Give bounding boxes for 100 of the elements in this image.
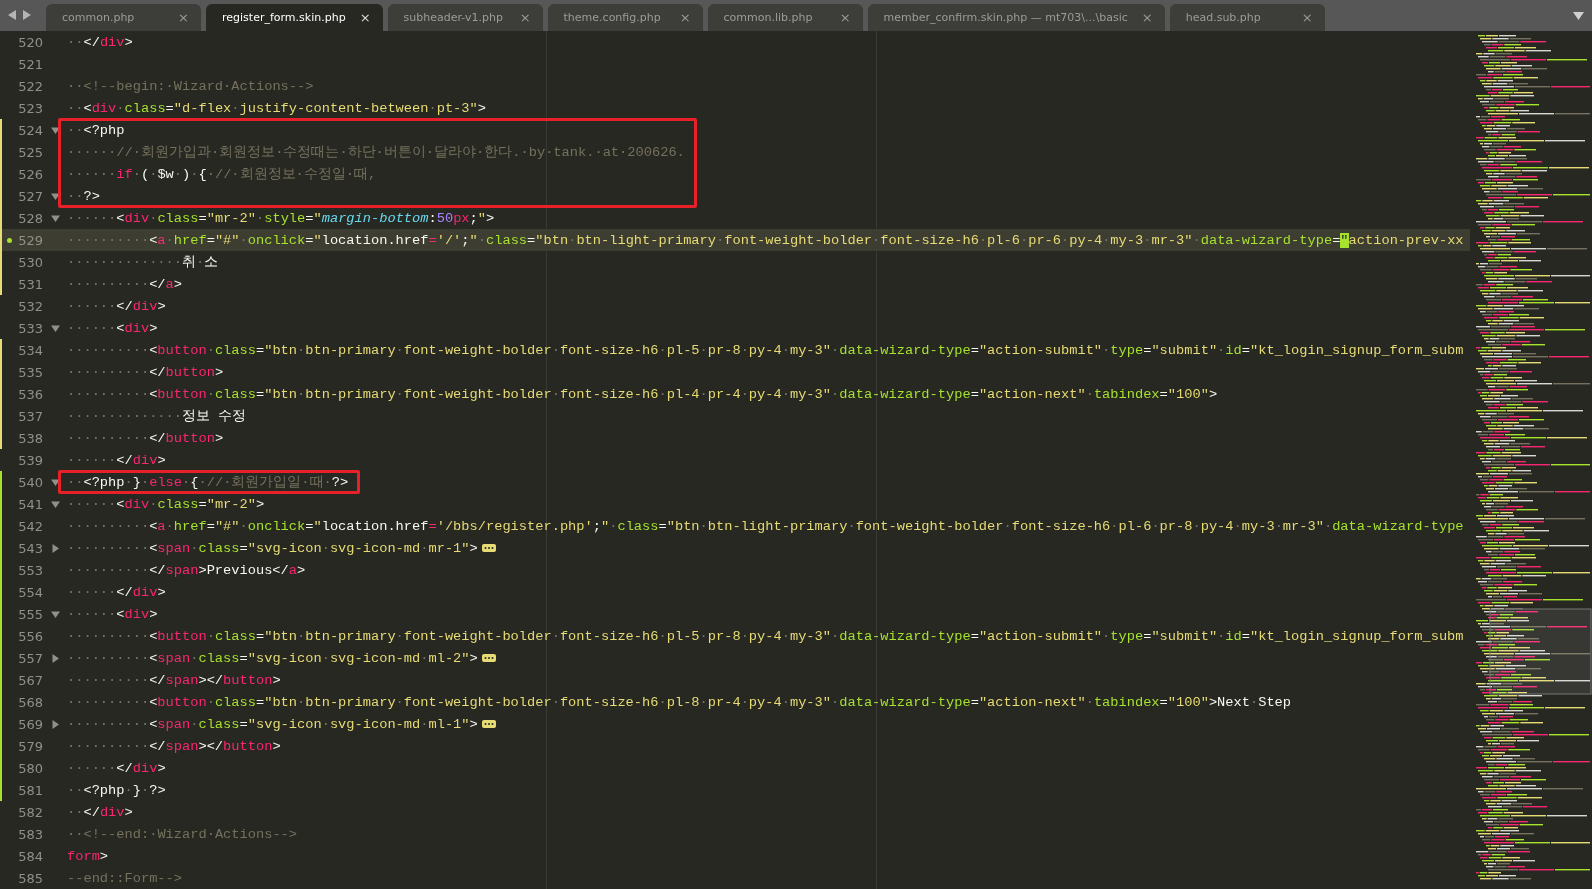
fold-arrow-right-icon[interactable] bbox=[50, 719, 60, 729]
line-number: 520 bbox=[17, 34, 43, 50]
code-line: ··<?php bbox=[67, 122, 125, 138]
fold-arrow-down-icon[interactable] bbox=[50, 125, 60, 135]
close-button[interactable]: × bbox=[1301, 10, 1313, 25]
code-line: ······//·회원가입과·회원정보·수정때는·하단·버튼이·달라야·한다.·by·tank.·at·200626. bbox=[67, 144, 685, 161]
fold-marker-icon[interactable] bbox=[481, 544, 496, 552]
code-line: ······<div·class="mr-2"·style="margin-bottom:50px;"> bbox=[67, 210, 495, 226]
line-number: 526 bbox=[17, 166, 43, 182]
file-tab[interactable]: register_form.skin.php × bbox=[206, 4, 383, 31]
line-number: 568 bbox=[17, 694, 43, 710]
code-line: ··?> bbox=[67, 188, 100, 204]
code-line: ··········<a·href="#"·onclick="location.href='/';"·class="btn·btn-light-primary·font-weight-bolder·font-size-h6·pl-6·pr-6·py-4·my-3·mr-3"·data-wizard-type="action-prev-xx bbox=[67, 232, 1464, 248]
line-number: 522 bbox=[17, 78, 43, 94]
line-number: 579 bbox=[17, 738, 43, 754]
line-number: 583 bbox=[17, 826, 43, 842]
line-number: 536 bbox=[17, 386, 43, 402]
file-tab[interactable]: theme.config.php × bbox=[547, 4, 703, 31]
code-line: ··········</button> bbox=[67, 430, 224, 446]
file-tab[interactable]: member_confirm.skin.php — mt703\...\basic × bbox=[867, 4, 1165, 31]
code-line: ··········<button·class="btn·btn-primary·font-weight-bolder·font-size-h6·pl-5·pr-8·py-4·my-3"·data-wizard-type="action-submit"·type="submit"·id="kt_login_signup_form_subm bbox=[67, 342, 1464, 358]
line-number: 553 bbox=[17, 562, 43, 578]
code-line: ··········<button·class="btn·btn-primary·font-weight-bolder·font-size-h6·pl-5·pr-8·py-4·my-3"·data-wizard-type="action-submit"·type="submit"·id="kt_login_signup_form_subm bbox=[67, 628, 1464, 644]
file-tab[interactable]: common.lib.php × bbox=[707, 4, 863, 31]
tab-scroll-arrows-icon[interactable] bbox=[8, 10, 32, 20]
line-number: 538 bbox=[17, 430, 43, 446]
code-line: form> bbox=[67, 848, 109, 864]
fold-marker-icon[interactable] bbox=[481, 720, 496, 728]
fold-arrow-right-icon[interactable] bbox=[50, 543, 60, 553]
line-number: 530 bbox=[17, 254, 43, 270]
code-line: ··</div> bbox=[67, 804, 133, 820]
close-button[interactable]: × bbox=[1141, 10, 1153, 25]
fold-arrow-down-icon[interactable] bbox=[50, 323, 60, 333]
close-button[interactable]: × bbox=[839, 10, 851, 25]
line-number: 582 bbox=[17, 804, 43, 820]
code-line: ··<!--end:·Wizard·Actions--> bbox=[67, 826, 298, 842]
code-line: ······if·(·$w·)·{·//·회원정보·수정일·때, bbox=[67, 166, 377, 183]
code-line: ··············취·소 bbox=[67, 254, 219, 271]
fold-arrow-down-icon[interactable] bbox=[50, 499, 60, 509]
code-line: ··········<a·href="#"·onclick="location.href='/bbs/register.php';"·class="btn·btn-light-primary·font-weight-bolder·font-size-h6·pl-6·pr-8·py-4·my-3·mr-3"·data-wizard-type bbox=[67, 518, 1464, 534]
code-line: ··<div·class="d-flex·justify-content-between·pt-3"> bbox=[67, 100, 486, 116]
code-line: ······<div> bbox=[67, 606, 158, 622]
line-number: 524 bbox=[17, 122, 43, 138]
line-number: 580 bbox=[17, 760, 43, 776]
line-number: 523 bbox=[17, 100, 43, 116]
code-line: --end::Form--> bbox=[67, 870, 182, 886]
code-line: ······<div·class="mr-2"> bbox=[67, 496, 265, 512]
fold-arrow-down-icon[interactable] bbox=[50, 213, 60, 223]
file-tab[interactable]: common.php × bbox=[46, 4, 201, 31]
file-tab[interactable]: subheader-v1.php × bbox=[387, 4, 543, 31]
code-line: ··········</span></button> bbox=[67, 672, 281, 688]
code-line: ··········<span·class="svg-icon·svg-icon-md·ml-2"> bbox=[67, 650, 478, 666]
line-number: 531 bbox=[17, 276, 43, 292]
code-line: ······</div> bbox=[67, 760, 166, 776]
code-line: ······<div> bbox=[67, 320, 158, 336]
line-number: 556 bbox=[17, 628, 43, 644]
line-number: 542 bbox=[17, 518, 43, 534]
code-line: ··············정보 수정 bbox=[67, 408, 247, 425]
code-line: ··········</span></button> bbox=[67, 738, 281, 754]
code-line: ······</div> bbox=[67, 298, 166, 314]
line-number: 585 bbox=[17, 870, 43, 886]
line-number: 543 bbox=[17, 540, 43, 556]
fold-arrow-down-icon[interactable] bbox=[50, 477, 60, 487]
line-number: 539 bbox=[17, 452, 43, 468]
fold-arrow-right-icon[interactable] bbox=[50, 653, 60, 663]
fold-arrow-down-icon[interactable] bbox=[50, 191, 60, 201]
file-tab[interactable]: head.sub.php × bbox=[1169, 4, 1325, 31]
code-line: ··</div> bbox=[67, 34, 133, 50]
line-number: 581 bbox=[17, 782, 43, 798]
line-number: 527 bbox=[17, 188, 43, 204]
close-button[interactable]: × bbox=[519, 10, 531, 25]
line-number: 555 bbox=[17, 606, 43, 622]
code-line: ··········</span>Previous</a> bbox=[67, 562, 306, 578]
line-number: 541 bbox=[17, 496, 43, 512]
line-number: 537 bbox=[17, 408, 43, 424]
code-line: ··········</a> bbox=[67, 276, 182, 292]
code-line: ··<?php·}·else·{·//·회원가입일·때·?> bbox=[67, 474, 349, 491]
fold-arrow-down-icon[interactable] bbox=[50, 609, 60, 619]
line-number: 529 bbox=[17, 232, 43, 248]
line-number: 567 bbox=[17, 672, 43, 688]
line-number: 532 bbox=[17, 298, 43, 314]
code-line: ··<!--begin:·Wizard·Actions--> bbox=[67, 78, 314, 94]
code-line: ··········<button·class="btn·btn-primary·font-weight-bolder·font-size-h6·pl-4·pr-4·py-4·my-3"·data-wizard-type="action-next"·tabindex="100"> bbox=[67, 386, 1218, 402]
code-line: ··········<button·class="btn·btn-primary·font-weight-bolder·font-size-h6·pl-8·pr-4·py-4·my-3"·data-wizard-type="action-next"·tabindex="100">Next·Step bbox=[67, 694, 1292, 710]
code-line: ··········</button> bbox=[67, 364, 224, 380]
fold-marker-icon[interactable] bbox=[481, 654, 496, 662]
line-number: 521 bbox=[17, 56, 43, 72]
line-number: 557 bbox=[17, 650, 43, 666]
dropdown-arrow-icon[interactable] bbox=[1573, 12, 1584, 20]
line-number: 569 bbox=[17, 716, 43, 732]
close-button[interactable]: × bbox=[359, 10, 371, 25]
close-button[interactable]: × bbox=[178, 10, 189, 25]
close-button[interactable]: × bbox=[679, 10, 691, 25]
code-line: ······</div> bbox=[67, 452, 166, 468]
code-line: ··<?php·}·?> bbox=[67, 782, 166, 798]
line-number: 528 bbox=[17, 210, 43, 226]
line-number: 525 bbox=[17, 144, 43, 160]
line-number: 535 bbox=[17, 364, 43, 380]
line-number: 534 bbox=[17, 342, 43, 358]
code-line: ··········<span·class="svg-icon·svg-icon-md·ml-1"> bbox=[67, 716, 478, 732]
